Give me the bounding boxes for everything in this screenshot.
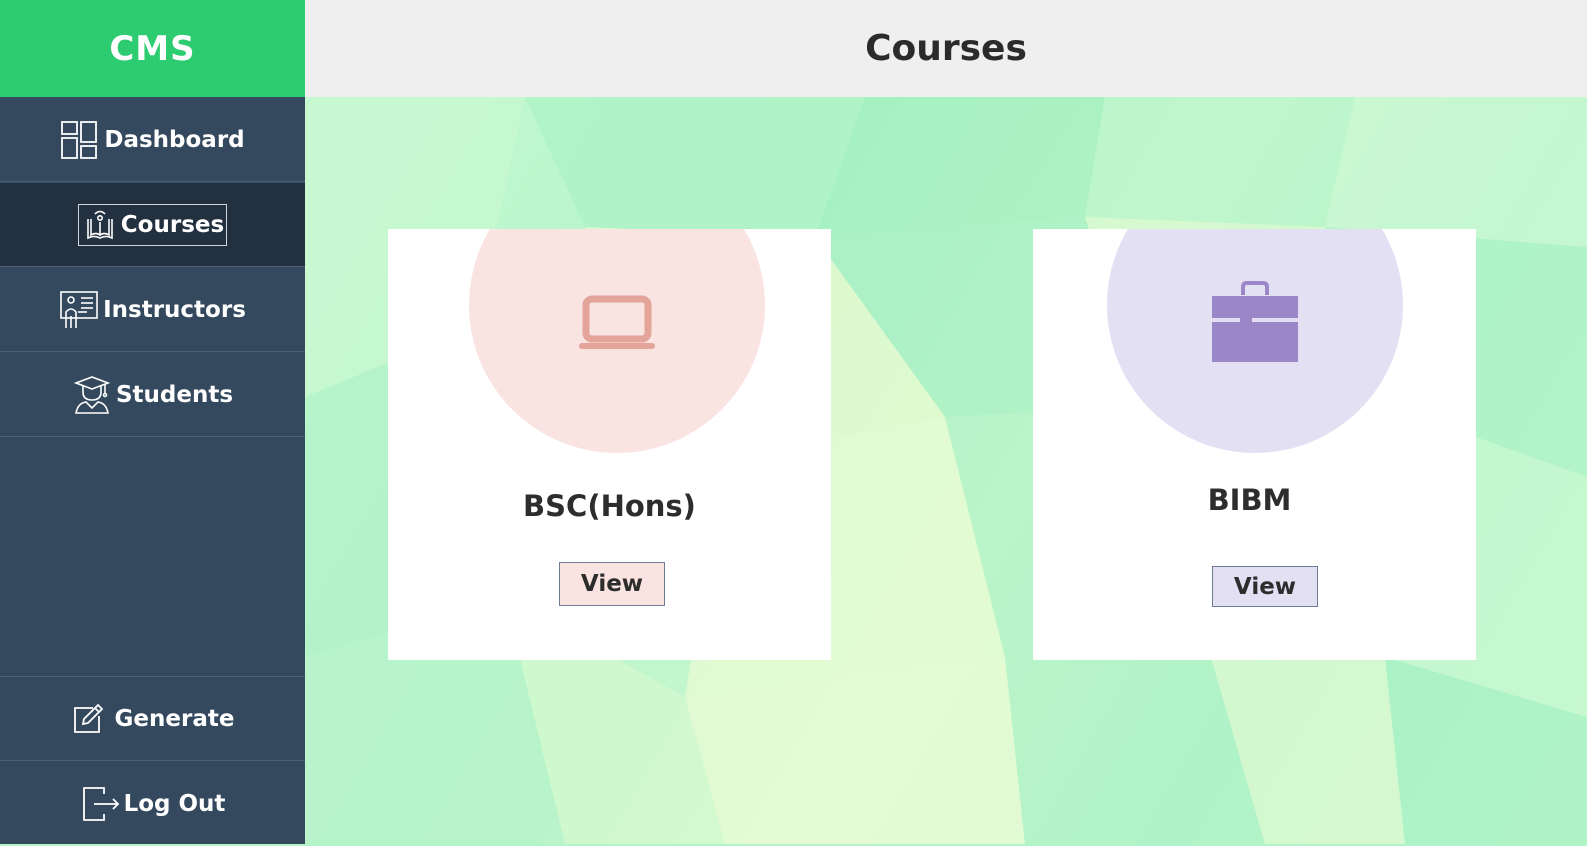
sidebar-item-label: Dashboard xyxy=(104,126,245,153)
sidebar-item-students[interactable]: Students xyxy=(0,353,305,437)
sidebar-item-label: Instructors xyxy=(103,296,246,323)
course-card: BSC(Hons) View xyxy=(388,229,831,660)
book-icon xyxy=(83,208,117,242)
sidebar-item-label: Courses xyxy=(120,211,225,238)
view-course-button[interactable]: View xyxy=(559,562,665,606)
course-card: BIBM View xyxy=(1033,229,1476,660)
course-title: BIBM xyxy=(1207,483,1292,517)
brand-logo: CMS xyxy=(0,0,305,97)
sidebar-item-instructors[interactable]: Instructors xyxy=(0,268,305,352)
sidebar-item-generate[interactable]: Generate xyxy=(0,677,305,761)
laptop-icon xyxy=(578,273,656,349)
sidebar-item-label: Generate xyxy=(114,705,235,732)
sidebar: CMS Dashboard Courses Instructors Studen… xyxy=(0,0,305,844)
sidebar-item-courses[interactable]: Courses xyxy=(0,183,305,267)
page-header: Courses xyxy=(305,0,1587,97)
course-title: BSC(Hons) xyxy=(523,489,696,523)
sidebar-item-label: Students xyxy=(115,381,234,408)
sidebar-item-label: Log Out xyxy=(123,791,226,817)
active-item-outline: Courses xyxy=(77,203,228,246)
course-icon-circle xyxy=(1107,229,1403,453)
course-icon-circle xyxy=(469,229,765,453)
student-icon xyxy=(72,375,112,415)
logout-icon xyxy=(80,784,120,824)
briefcase-icon xyxy=(1210,261,1300,362)
instructor-icon xyxy=(59,290,99,330)
sidebar-item-logout[interactable]: Log Out xyxy=(0,762,305,846)
sidebar-item-dashboard[interactable]: Dashboard xyxy=(0,98,305,182)
view-course-button[interactable]: View xyxy=(1212,566,1318,607)
page-title: Courses xyxy=(865,28,1027,69)
edit-icon xyxy=(71,702,105,736)
dashboard-icon xyxy=(60,120,100,160)
